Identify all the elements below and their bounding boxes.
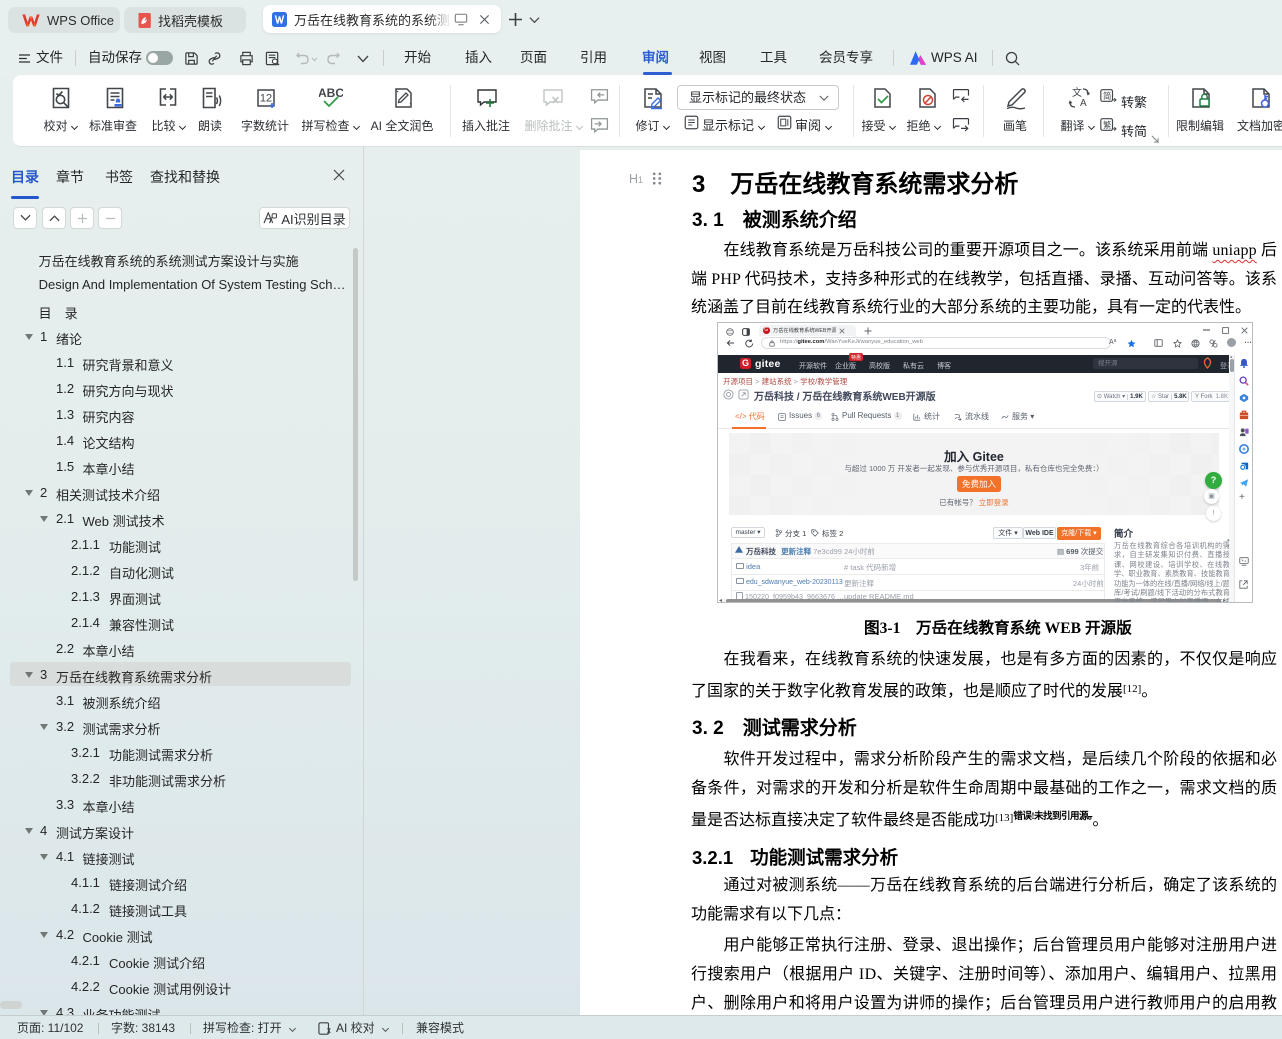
svg-text:繁: 繁: [1103, 120, 1112, 130]
svg-text:A: A: [1080, 98, 1087, 109]
svg-text:12: 12: [260, 93, 272, 105]
svg-text:简: 简: [1103, 91, 1111, 101]
svg-text:ABC: ABC: [319, 86, 343, 100]
